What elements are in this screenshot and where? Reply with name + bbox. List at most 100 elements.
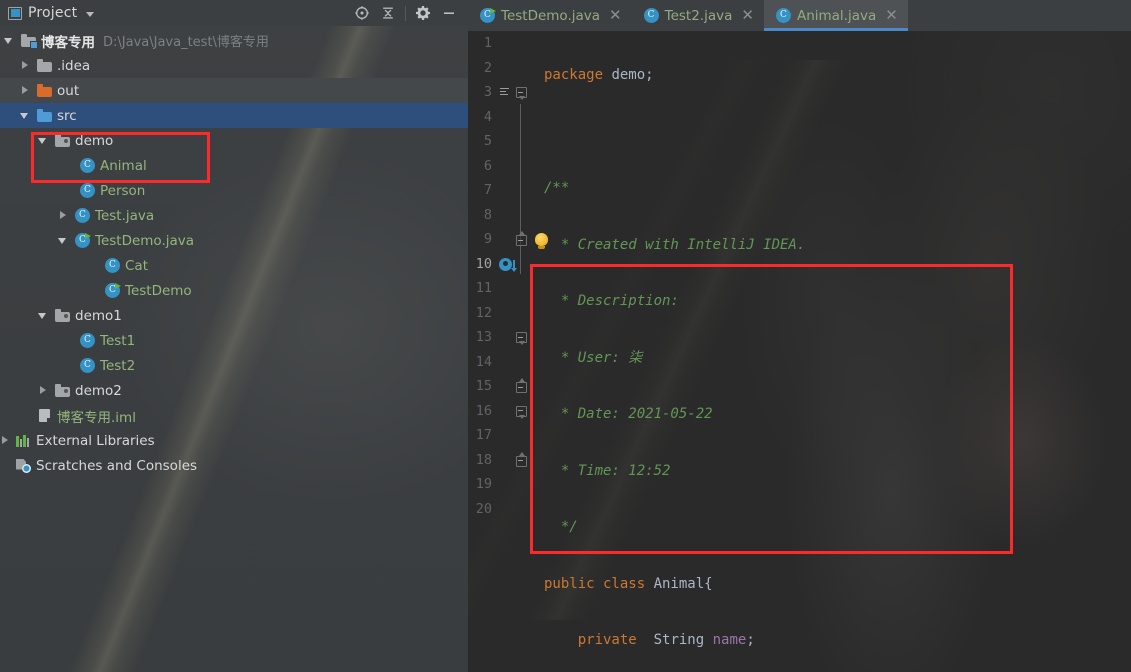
expand-arrow-down-icon[interactable] [38,310,49,321]
code-line-6: * User: 柒 [544,349,643,366]
code-line-1: package demo; [544,67,654,83]
expand-arrow-right-icon[interactable] [20,85,31,96]
gutter-line-13[interactable] [496,325,536,350]
fold-collapse-down-icon[interactable] [516,405,527,419]
tree-label: Test.java [95,207,155,224]
tree-row-cat[interactable]: C Cat [0,253,468,278]
tree-row-person[interactable]: C Person [0,178,468,203]
tree-row-animal[interactable]: C Animal [0,153,468,178]
tree-row-out[interactable]: out [0,78,468,103]
line-number: 15 [475,378,492,394]
fold-collapse-up-icon[interactable] [516,231,527,246]
package-icon [55,309,70,322]
tab-animal-java[interactable]: C Animal.java ✕ [763,0,908,31]
tab-testdemo-java[interactable]: C TestDemo.java ✕ [468,0,632,31]
minimize-icon[interactable] [436,1,462,25]
line-number: 7 [483,182,492,198]
fold-collapse-down-icon[interactable] [516,332,527,345]
expand-arrow-down-icon[interactable] [38,135,49,146]
tab-test2-java[interactable]: C Test2.java ✕ [632,0,764,31]
java-class-icon: C [80,358,95,373]
line-number: 6 [483,157,492,174]
project-tree[interactable]: 博客专用 D:\Java\Java_test\博客专用 .idea out sr… [0,28,468,478]
tree-label: Scratches and Consoles [36,457,198,474]
tree-row-testdemo-java[interactable]: C TestDemo.java [0,228,468,253]
locate-target-icon[interactable] [349,1,375,25]
line-number: 12 [475,304,492,321]
tree-label: Animal [100,157,147,174]
gutter-line-12 [496,301,536,326]
override-arrow-icon [511,259,517,272]
close-icon[interactable]: ✕ [741,8,754,23]
folder-grey-icon [37,59,52,72]
fold-collapse-down-icon[interactable] [516,87,527,100]
source-code-text[interactable]: package demo; /** * Created with Intelli… [544,31,1131,672]
fold-collapse-up-icon[interactable] [516,378,527,393]
tree-row-testdemo[interactable]: C TestDemo [0,278,468,303]
expand-arrow-right-icon[interactable] [38,385,49,396]
gutter-line-4 [496,105,536,130]
intellij-idea-window: Project 博客专用 D:\Java\Java_test\博客专用 .ide… [0,0,1131,672]
project-title-label: Project [28,5,78,21]
gutter-line-3[interactable] [496,80,536,105]
tree-row-src[interactable]: src [0,103,468,128]
gutter-line-2 [496,56,536,81]
gutter-line-20 [496,497,536,522]
gutter-line-19 [496,472,536,497]
code-content-area[interactable]: 1 2 3 4 5 6 7 8 9 10 11 12 13 14 15 16 1… [468,31,1131,672]
line-number: 13 [475,329,492,345]
tree-row-iml[interactable]: 博客专用.iml [0,403,468,428]
line-number: 1 [483,35,492,51]
code-line-8: * Time: 12:52 [544,462,671,479]
java-class-icon: C [105,258,120,273]
gutter-line-9[interactable] [496,227,548,252]
line-number-current: 10 [475,255,492,272]
method-override-marker-icon[interactable] [499,257,517,272]
expand-arrow-down-icon[interactable] [20,110,31,121]
expand-arrow-down-icon[interactable] [58,235,69,246]
gutter-line-5 [496,129,536,154]
expand-arrow-right-icon[interactable] [20,60,31,71]
tree-row-demo1[interactable]: demo1 [0,303,468,328]
collapse-all-icon[interactable] [375,1,401,25]
chevron-down-icon[interactable] [86,11,95,17]
gear-icon[interactable] [410,1,436,25]
expand-arrow-down-icon[interactable] [4,35,15,46]
line-number: 11 [475,280,492,296]
code-editor: C TestDemo.java ✕ C Test2.java ✕ C Anima… [468,0,1131,672]
tree-row-demo2[interactable]: demo2 [0,378,468,403]
gutter-line-10[interactable] [496,252,536,277]
editor-tab-bar[interactable]: C TestDemo.java ✕ C Test2.java ✕ C Anima… [468,0,1131,31]
java-class-icon: C [80,183,95,198]
fold-collapse-up-icon[interactable] [516,451,527,467]
tree-label: 博客专用.iml [57,409,136,426]
expand-arrow-right-icon[interactable] [0,435,11,446]
close-icon[interactable]: ✕ [885,8,898,23]
tree-row-idea[interactable]: .idea [0,53,468,78]
line-number: 3 [483,84,492,100]
close-icon[interactable]: ✕ [609,8,622,23]
tree-row-test1[interactable]: C Test1 [0,328,468,353]
tree-row-test2[interactable]: C Test2 [0,353,468,378]
expand-arrow-right-icon[interactable] [58,210,69,221]
tree-label: 博客专用 [41,34,95,51]
tree-row-demo[interactable]: demo [0,128,468,153]
gutter-line-15[interactable] [496,374,536,399]
tree-row-test-java[interactable]: C Test.java [0,203,468,228]
tree-row-scratches[interactable]: Scratches and Consoles [0,453,468,478]
project-title-group[interactable]: Project [0,5,95,21]
gutter-line-18[interactable] [496,448,536,473]
code-line-4: * Created with IntelliJ IDEA. [544,236,806,253]
gutter-line-16[interactable] [496,399,536,424]
code-line-3: /** [544,180,570,196]
toolbar-divider [405,5,406,21]
code-line-9: */ [544,519,578,535]
java-class-icon: C [80,333,95,348]
gutter-icon-column[interactable] [496,31,548,522]
tree-row-external-libraries[interactable]: External Libraries [0,428,468,453]
tab-label: Animal.java [796,7,877,24]
tree-label: src [57,107,77,124]
tree-row-project-root[interactable]: 博客专用 D:\Java\Java_test\博客专用 [0,28,468,53]
line-number: 4 [483,108,492,125]
